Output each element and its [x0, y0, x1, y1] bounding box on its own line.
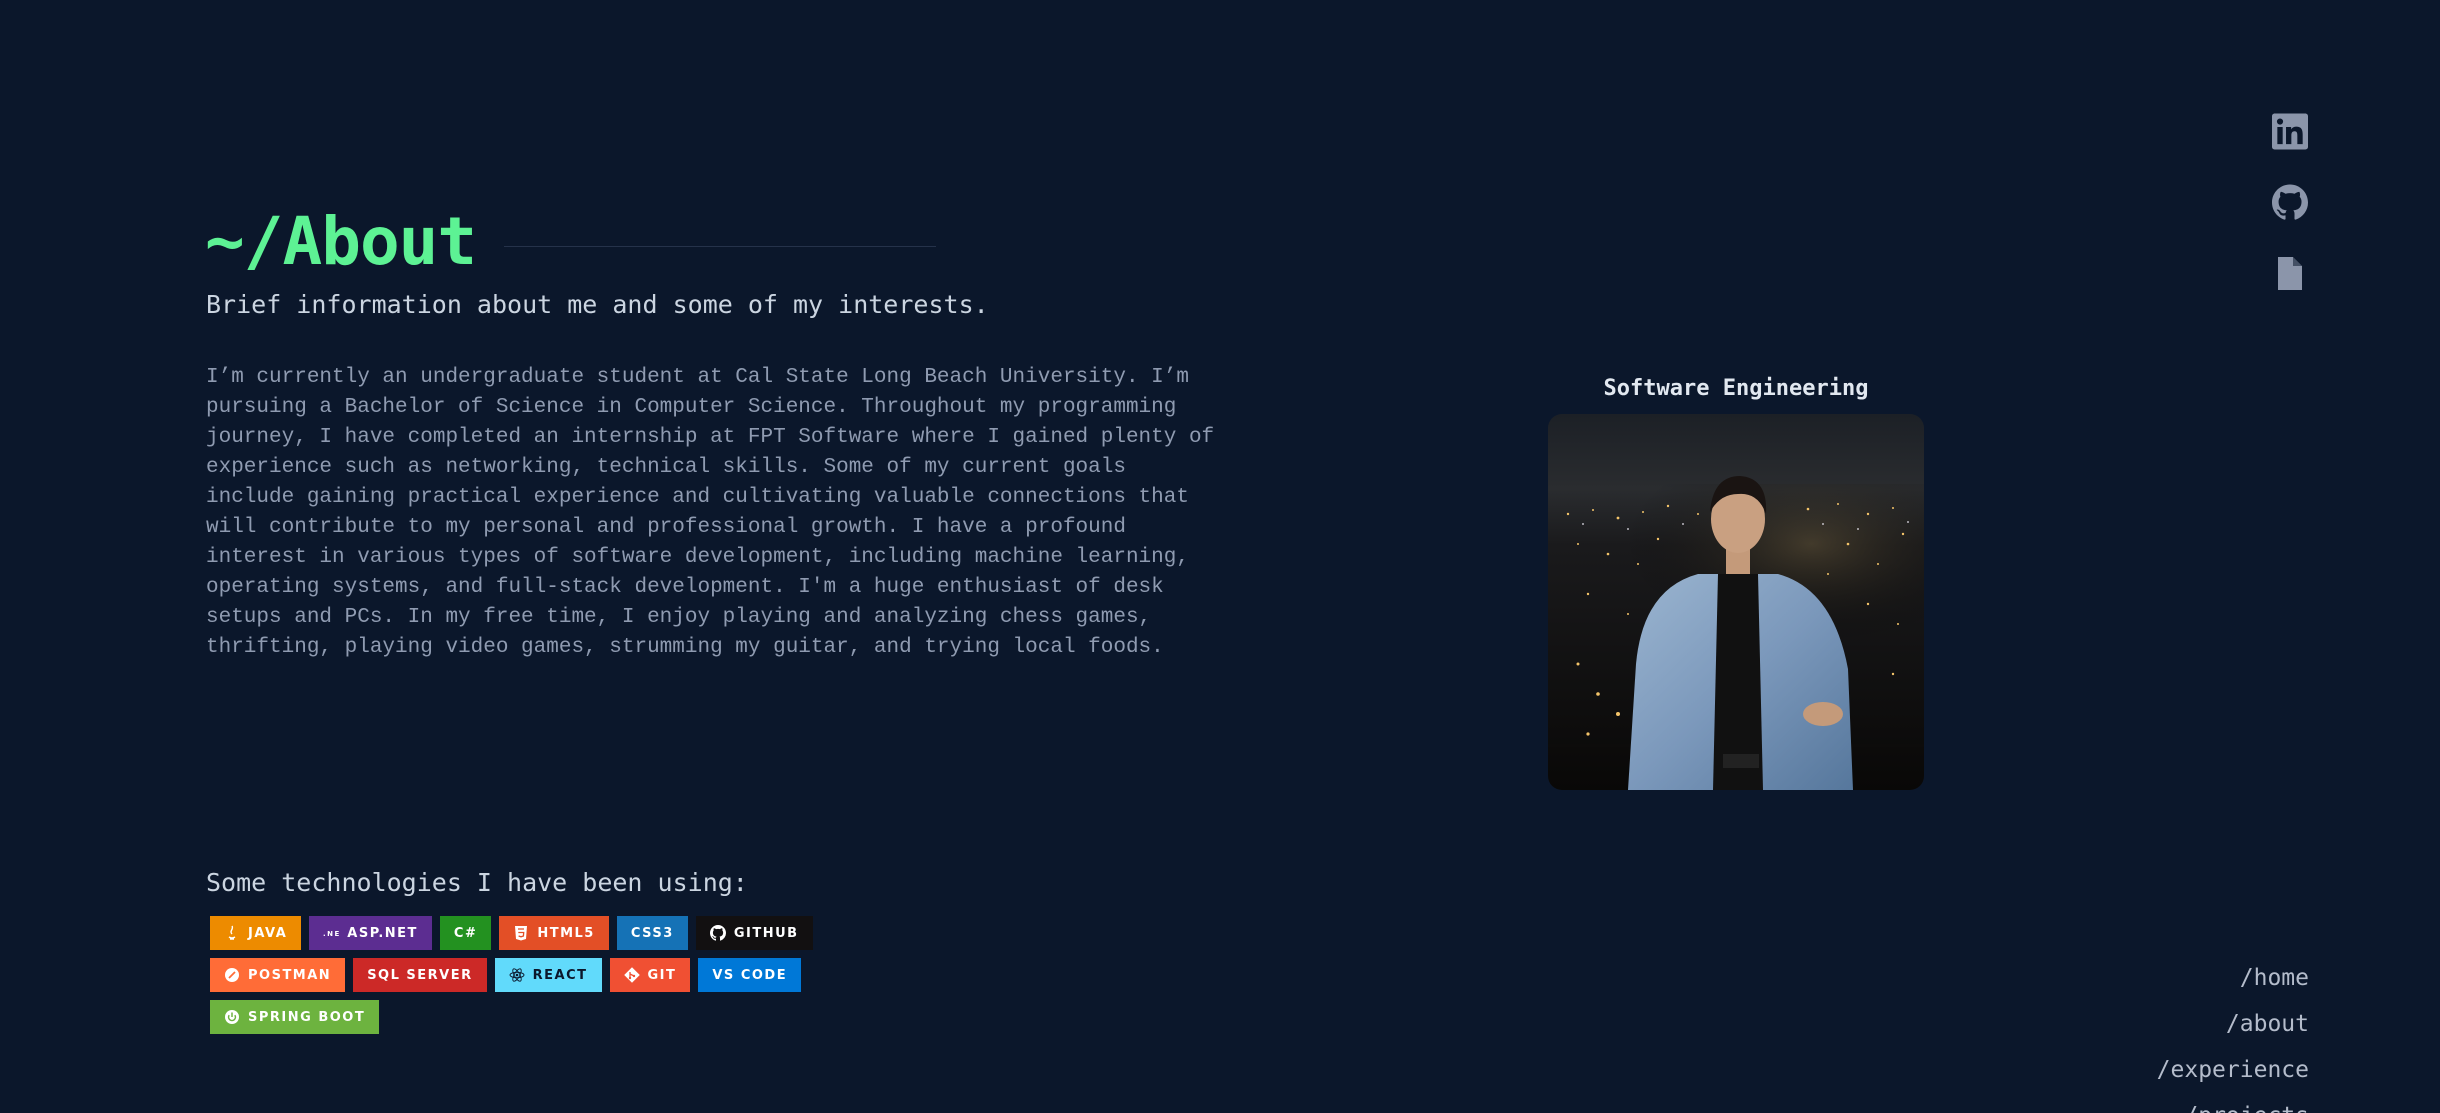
- badge-css3: CSS3: [616, 916, 688, 950]
- nav-experience[interactable]: /experience: [2157, 1054, 2309, 1086]
- badge-label: VS CODE: [712, 967, 788, 983]
- badge-row: JAVA .NET ASP.NET C# HTML5 CSS3 GITHUB: [210, 916, 850, 950]
- badge-csharp: C#: [439, 916, 492, 950]
- badge-label: REACT: [532, 967, 588, 983]
- badge-postman: POSTMAN: [210, 958, 346, 992]
- badge-vscode: VS CODE: [698, 958, 802, 992]
- linkedin-icon[interactable]: [2272, 113, 2308, 150]
- dotnet-icon: .NET: [323, 925, 339, 941]
- badge-java: JAVA: [210, 916, 302, 950]
- java-icon: [224, 925, 240, 941]
- photo-card: Software Engineering: [1548, 373, 1924, 790]
- badge-aspnet: .NET ASP.NET: [309, 916, 432, 950]
- photo-caption: Software Engineering: [1603, 376, 1869, 401]
- badge-label: POSTMAN: [248, 967, 332, 983]
- resume-icon[interactable]: [2272, 255, 2308, 292]
- git-icon: [623, 967, 640, 983]
- title-divider: [504, 245, 937, 247]
- badge-label: GITHUB: [733, 925, 799, 941]
- badge-label: ASP.NET: [347, 925, 418, 941]
- badge-sql-server: SQL SERVER: [353, 958, 487, 992]
- bio-paragraph: I’m currently an undergraduate student a…: [206, 366, 1215, 659]
- badge-label: JAVA: [248, 925, 288, 941]
- badge-label: CSS3: [630, 925, 674, 941]
- badge-label: SPRING BOOT: [248, 1009, 366, 1025]
- site-nav: /home /about /experience /projects: [2157, 962, 2309, 1113]
- svg-text:.NET: .NET: [323, 930, 339, 938]
- badge-label: SQL SERVER: [367, 967, 473, 983]
- badge-spring-boot: SPRING BOOT: [210, 1000, 380, 1034]
- page-title: ~/About: [205, 203, 477, 280]
- badge-github: GITHUB: [695, 916, 813, 950]
- social-links: [2272, 113, 2308, 292]
- profile-photo: [1548, 414, 1924, 790]
- badge-label: GIT: [647, 967, 677, 983]
- badge-label: HTML5: [537, 925, 595, 941]
- badge-row: POSTMAN SQL SERVER REACT GIT VS CODE: [210, 958, 850, 992]
- spring-icon: [224, 1009, 240, 1025]
- postman-icon: [224, 967, 240, 983]
- page-subtitle: Brief information about me and some of m…: [206, 290, 989, 319]
- github-icon[interactable]: [2272, 184, 2308, 221]
- nav-about[interactable]: /about: [2226, 1008, 2309, 1040]
- technologies-heading: Some technologies I have been using:: [206, 868, 748, 897]
- badge-react: REACT: [494, 958, 602, 992]
- html5-icon: [513, 925, 529, 941]
- badge-label: C#: [453, 925, 478, 941]
- technology-badges: JAVA .NET ASP.NET C# HTML5 CSS3 GITHUB: [210, 916, 850, 1042]
- about-page: ~/About Brief information about me and s…: [0, 0, 2440, 1113]
- nav-projects[interactable]: /projects: [2184, 1100, 2309, 1113]
- badge-git: GIT: [609, 958, 691, 992]
- title-row: ~/About: [205, 200, 937, 284]
- react-icon: [509, 967, 525, 983]
- github-icon: [709, 925, 726, 941]
- badge-html5: HTML5: [499, 916, 609, 950]
- nav-home[interactable]: /home: [2240, 962, 2309, 994]
- badge-row: SPRING BOOT: [210, 1000, 850, 1034]
